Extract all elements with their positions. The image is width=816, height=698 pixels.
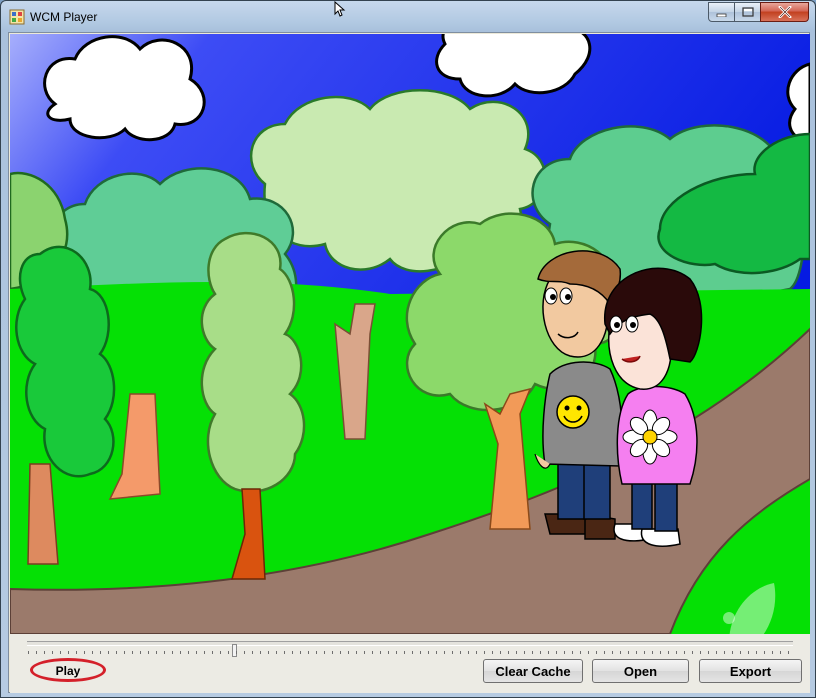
highlight-ring (30, 658, 106, 682)
clear-cache-button[interactable]: Clear Cache (483, 659, 583, 683)
playback-controls: Play Clear Cache Open Export (10, 634, 810, 693)
open-button[interactable]: Open (592, 659, 689, 683)
maximize-icon (741, 7, 754, 17)
wcm-player-window: WCM Player Play Clear Cache Open Export (0, 0, 816, 698)
window-title: WCM Player (30, 10, 98, 24)
seek-slider-ticks (28, 651, 794, 654)
minimize-button[interactable] (708, 2, 735, 22)
title-bar[interactable]: WCM Player (1, 1, 815, 32)
maximize-button[interactable] (734, 2, 761, 22)
app-icon (9, 9, 25, 25)
seek-slider[interactable] (27, 641, 793, 657)
close-button[interactable] (760, 2, 809, 22)
mouse-cursor-icon (334, 1, 346, 17)
player-client-area: download astro .com Play Clear Cache Ope… (8, 32, 810, 693)
minimize-icon (716, 13, 727, 17)
export-button[interactable]: Export (699, 659, 802, 683)
animation-canvas[interactable] (10, 34, 810, 634)
close-icon (777, 6, 792, 18)
